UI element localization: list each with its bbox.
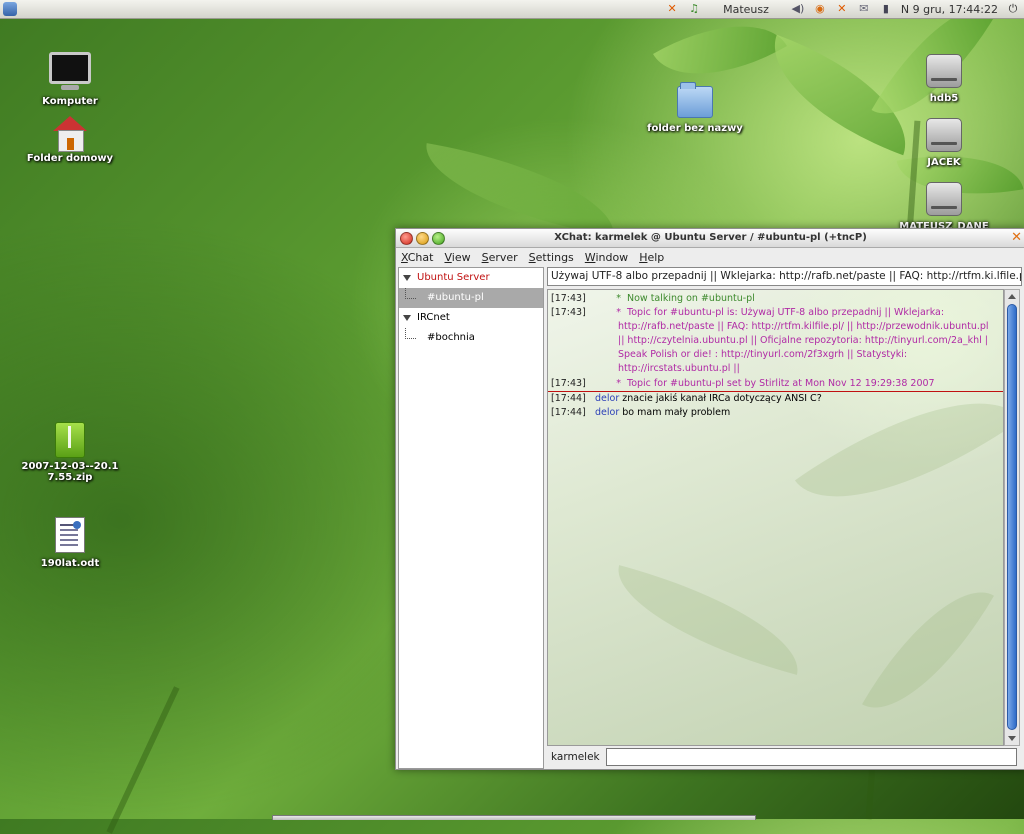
tree-branch-line	[405, 328, 416, 339]
chat-scrollbar[interactable]	[1004, 289, 1020, 746]
computer-icon	[49, 52, 91, 90]
message-text: znacie jakiś kanał IRCa dotyczący ANSI C…	[622, 393, 822, 404]
desktop-icon-label: 190lat.odt	[40, 558, 100, 569]
drive-icon	[926, 118, 962, 152]
desktop-icon-jacek[interactable]: JACEK	[889, 118, 999, 168]
menu-bar: XChat View Server Settings Window Help	[396, 248, 1024, 267]
message-input[interactable]	[606, 748, 1017, 766]
tree-channel-ubuntu-pl[interactable]: #ubuntu-pl	[399, 288, 543, 308]
nick[interactable]: delor	[595, 407, 619, 418]
expander-arrow-icon[interactable]	[403, 275, 411, 281]
menu-window[interactable]: Window	[585, 251, 628, 264]
menu-view[interactable]: View	[444, 251, 470, 264]
desktop-icon-label: Folder domowy	[26, 153, 114, 164]
expander-arrow-icon[interactable]	[403, 315, 411, 321]
tree-network-ircnet[interactable]: IRCnet	[399, 308, 543, 328]
desktop-icon-zip[interactable]: 2007-12-03--20.17.55.zip	[15, 422, 125, 483]
music-icon[interactable]: ♫	[687, 2, 701, 16]
chat-line-continuation: Speak Polish or die! : http://tinyurl.co…	[618, 349, 908, 360]
system-nick: *	[616, 293, 621, 304]
message-text: bo mam mały problem	[622, 407, 731, 418]
chat-line-continuation: http://rafb.net/paste || FAQ: http://rtf…	[618, 321, 989, 332]
nick[interactable]: delor	[595, 393, 619, 404]
network-x-icon[interactable]: ✕	[665, 2, 679, 16]
desktop-icon-computer[interactable]: Komputer	[15, 52, 125, 107]
chat-log[interactable]: [17:43] * Now talking on #ubuntu-pl [17:43…	[547, 289, 1004, 746]
desktop-icon-label: 2007-12-03--20.17.55.zip	[21, 461, 119, 483]
chat-line: [17:43] * Now talking on #ubuntu-pl	[551, 293, 755, 304]
timestamp: [17:43]	[551, 293, 586, 304]
applications-menu-icon[interactable]	[3, 2, 17, 16]
zip-archive-icon	[55, 422, 85, 458]
scroll-down-arrow-icon[interactable]	[1008, 736, 1016, 741]
message-text: Topic for #ubuntu-pl set by Stirlitz at …	[627, 378, 935, 389]
chat-line-continuation: http://ircstats.ubuntu.pl ||	[618, 363, 740, 374]
chat-line: [17:44] delor bo mam mały problem	[551, 407, 730, 418]
desktop-icon-mateusz-dane[interactable]: MATEUSZ_DANE	[889, 182, 999, 232]
desktop-icon-label: Komputer	[42, 96, 98, 107]
menu-settings[interactable]: Settings	[529, 251, 574, 264]
system-nick: *	[616, 307, 621, 318]
volume-icon[interactable]: ◀)	[791, 2, 805, 16]
marker-line	[548, 391, 1003, 392]
desktop-icon-hdb5[interactable]: hdb5	[889, 54, 999, 104]
desktop-icon-home[interactable]: Folder domowy	[15, 116, 125, 164]
menu-xchat[interactable]: XChat	[401, 251, 433, 264]
scrollbar-thumb[interactable]	[1007, 304, 1017, 730]
message-text: Now talking on #ubuntu-pl	[627, 293, 755, 304]
power-icon[interactable]: ⏻	[1006, 2, 1020, 16]
chat-line: [17:44] delor znacie jakiś kanał IRCa dot…	[551, 393, 822, 404]
folder-icon	[677, 82, 713, 118]
xchat-logo-icon: ✕	[1011, 230, 1022, 245]
firefox-icon[interactable]: ◉	[813, 2, 827, 16]
bottom-panel-window-edge[interactable]	[272, 815, 756, 820]
chat-line: [17:43] * Topic for #ubuntu-pl set by Stir…	[551, 378, 935, 389]
desktop-icon-odt[interactable]: 190lat.odt	[15, 517, 125, 569]
clock[interactable]: N 9 gru, 17:44:22	[901, 3, 998, 16]
network-label: IRCnet	[417, 312, 450, 323]
chat-line: [17:43] * Topic for #ubuntu-pl is: Używaj …	[551, 307, 944, 318]
desktop-icon-label: hdb5	[929, 93, 959, 104]
desktop-icon-label: folder bez nazwy	[647, 123, 743, 134]
channel-tree: Ubuntu Server #ubuntu-pl IRCnet #bochnia	[398, 267, 544, 769]
chat-line-continuation: || http://czytelnia.ubuntu.pl || Oficjal…	[618, 335, 989, 346]
menu-help[interactable]: Help	[639, 251, 664, 264]
title-bar[interactable]: XChat: karmelek @ Ubuntu Server / #ubunt…	[396, 229, 1024, 248]
timestamp: [17:44]	[551, 393, 586, 404]
tree-branch-line	[405, 288, 416, 299]
desktop-icon-label: JACEK	[927, 157, 961, 168]
system-nick: *	[616, 378, 621, 389]
xchat-icon[interactable]: ✕	[835, 2, 849, 16]
home-folder-icon	[53, 116, 87, 152]
battery-icon[interactable]: ▮	[879, 2, 893, 16]
tree-channel-bochnia[interactable]: #bochnia	[399, 328, 543, 348]
drive-icon	[926, 182, 962, 216]
channel-label: #bochnia	[427, 332, 475, 343]
scroll-up-arrow-icon[interactable]	[1008, 294, 1016, 299]
user-name[interactable]: Mateusz	[723, 3, 769, 16]
desktop-icon-folder[interactable]: folder bez nazwy	[640, 82, 750, 134]
timestamp: [17:43]	[551, 307, 586, 318]
menu-server[interactable]: Server	[482, 251, 518, 264]
timestamp: [17:44]	[551, 407, 586, 418]
top-panel: ✕ ♫ Mateusz ◀) ◉ ✕ ✉ ▮ N 9 gru, 17:44:22…	[0, 0, 1024, 19]
network-label: Ubuntu Server	[417, 272, 490, 283]
timestamp: [17:43]	[551, 378, 586, 389]
input-row: karmelek	[547, 748, 1017, 766]
channel-label: #ubuntu-pl	[427, 292, 484, 303]
message-text: Topic for #ubuntu-pl is: Używaj UTF-8 al…	[627, 307, 945, 318]
nick-button[interactable]: karmelek	[547, 751, 606, 763]
xchat-window: XChat: karmelek @ Ubuntu Server / #ubunt…	[395, 228, 1024, 770]
window-title: XChat: karmelek @ Ubuntu Server / #ubunt…	[554, 232, 867, 243]
tree-network-ubuntu-server[interactable]: Ubuntu Server	[399, 268, 543, 288]
document-icon	[55, 517, 85, 553]
mail-icon[interactable]: ✉	[857, 2, 871, 16]
topic-field[interactable]: Używaj UTF-8 albo przepadnij || Wklejark…	[547, 267, 1022, 286]
drive-icon	[926, 54, 962, 88]
